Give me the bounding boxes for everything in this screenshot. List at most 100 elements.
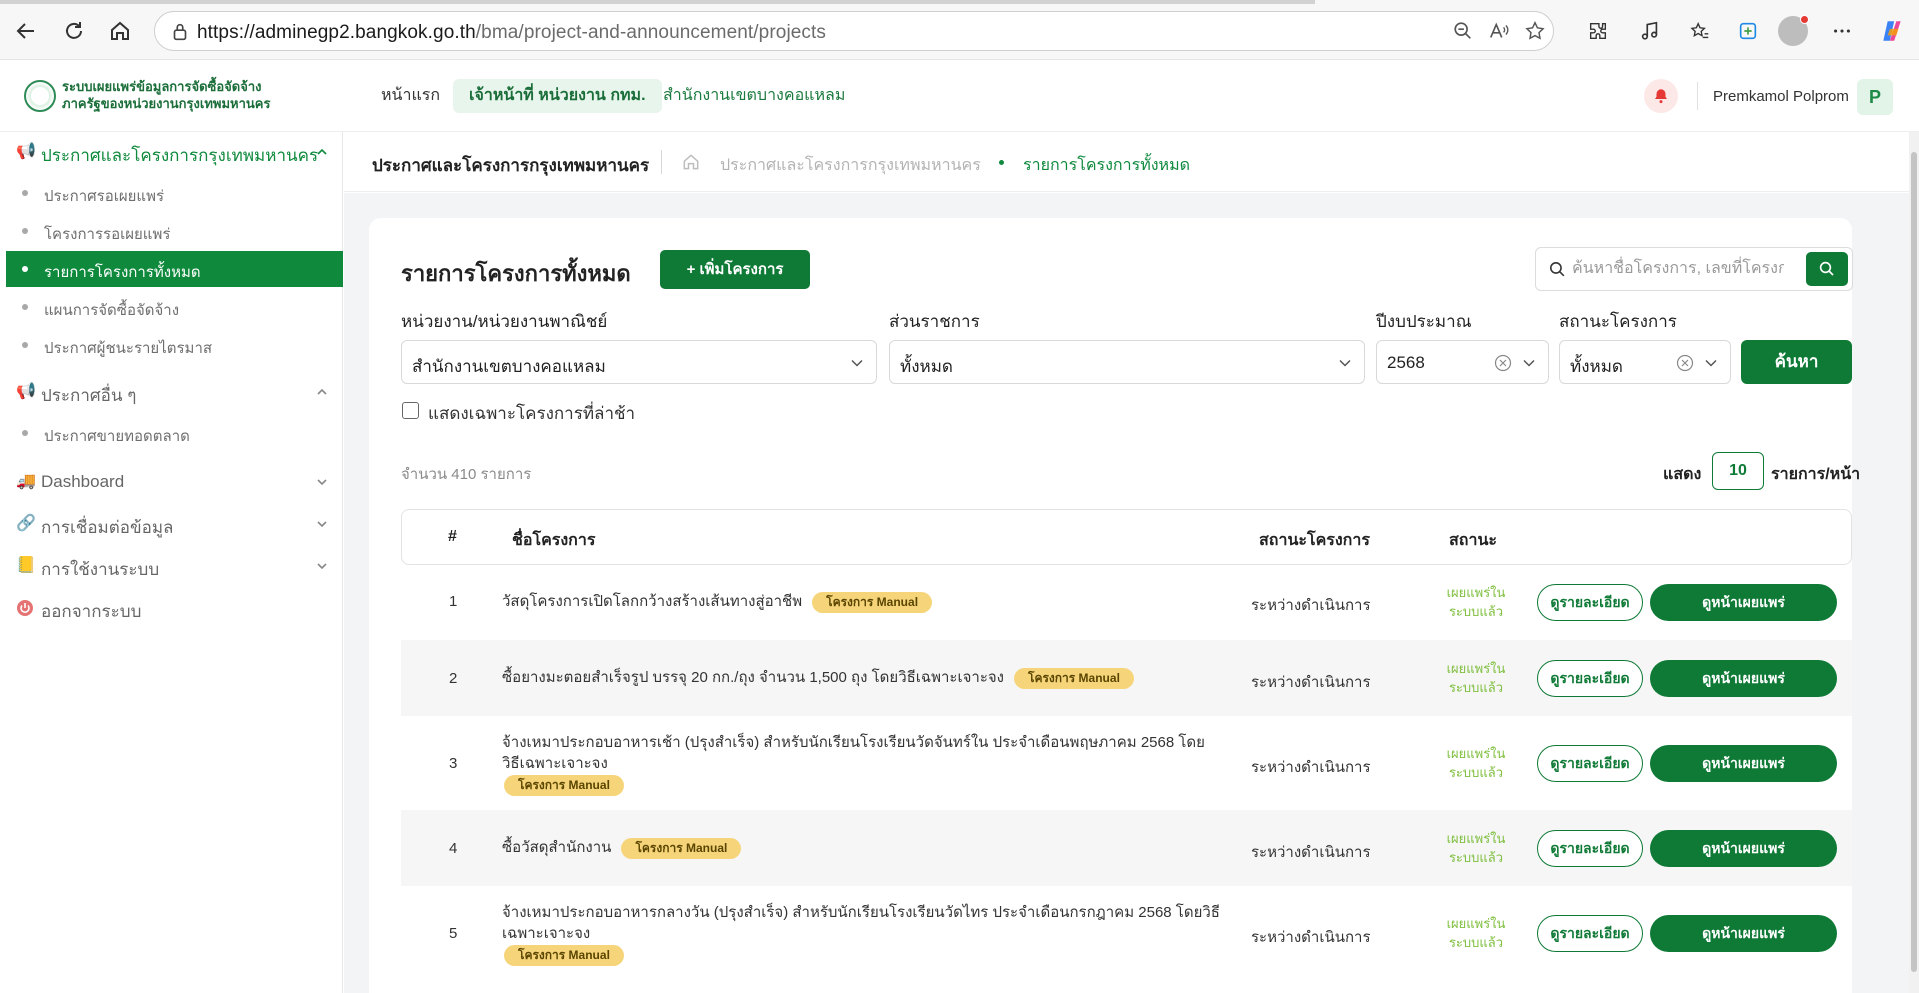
table-row: 2 ซื้อยางมะตอยสำเร็จรูป บรรจุ 20 กก./ถุง…	[401, 640, 1852, 716]
copilot-icon[interactable]	[1874, 13, 1910, 49]
status-filter-label: สถานะโครงการ	[1559, 312, 1677, 331]
user-avatar[interactable]: P	[1857, 79, 1893, 115]
breadcrumb-level-1[interactable]: ประกาศและโครงการกรุงเทพมหานคร	[720, 153, 981, 178]
sidebar-section-dashboard[interactable]: 🚚 Dashboard	[0, 464, 343, 500]
page-size-select[interactable]: 10	[1712, 452, 1764, 490]
sidebar-item-pending-announcements[interactable]: ประกาศรอเผยแพร่	[6, 175, 343, 211]
media-control-icon[interactable]	[1632, 13, 1668, 49]
profile-avatar[interactable]	[1778, 15, 1809, 46]
read-aloud-icon[interactable]	[1487, 20, 1511, 44]
breadcrumb-home-icon[interactable]	[681, 152, 701, 172]
browser-toolbar: https://adminegp2.bangkok.go.th/bma/proj…	[0, 0, 1919, 60]
sidebar-item-quarterly-winners[interactable]: ประกาศผู้ชนะรายไตรมาส	[6, 327, 343, 363]
breadcrumb-level-2: รายการโครงการทั้งหมด	[1023, 157, 1191, 174]
table-header: # ชื่อโครงการ สถานะโครงการ สถานะ	[401, 509, 1852, 565]
search-button[interactable]	[1806, 252, 1848, 286]
sidebar-section-announcements[interactable]: 📢 ประกาศและโครงการกรุงเทพมหานคร	[0, 134, 343, 170]
late-only-label[interactable]: แสดงเฉพาะโครงการที่ล่าช้า	[428, 400, 635, 427]
add-project-button[interactable]: + เพิ่มโครงการ	[660, 250, 810, 289]
browser-essentials-icon[interactable]	[1730, 13, 1766, 49]
scrollbar-thumb[interactable]	[1911, 152, 1917, 972]
home-icon[interactable]	[102, 13, 138, 49]
manual-badge: โครงการ Manual	[812, 591, 933, 613]
view-published-page-button[interactable]: ดูหน้าเผยแพร่	[1650, 915, 1837, 952]
reload-icon[interactable]	[56, 13, 92, 49]
publish-status: เผยแพร่ในระบบแล้ว	[1446, 916, 1506, 950]
division-select-value: ทั้งหมด	[900, 357, 953, 376]
header-divider	[1697, 82, 1698, 110]
bma-seal-logo-icon[interactable]	[24, 80, 56, 112]
project-name-text: วัสดุโครงการเปิดโลกกว้างสร้างเส้นทางสู่อ…	[502, 593, 803, 610]
sidebar-item-label: ประกาศรอเผยแพร่	[44, 188, 165, 205]
project-status: ระหว่างดำเนินการ	[1251, 759, 1371, 776]
bullet-icon	[22, 266, 28, 272]
sidebar-section-other-announcements[interactable]: 📢 ประกาศอื่น ๆ	[0, 374, 343, 410]
sidebar-item-auction[interactable]: ประกาศขายทอดตลาด	[6, 415, 343, 451]
status-select[interactable]: ทั้งหมด	[1559, 340, 1731, 384]
find-button[interactable]: ค้นหา	[1741, 340, 1852, 384]
url-text[interactable]: https://adminegp2.bangkok.go.th/bma/proj…	[197, 22, 826, 44]
sidebar-section-label: ประกาศอื่น ๆ	[41, 386, 137, 405]
page-scrollbar[interactable]	[1909, 132, 1919, 993]
logo-line-2: ภาครัฐของหน่วยงานกรุงเทพมหานคร	[62, 96, 271, 111]
division-select[interactable]: ทั้งหมด	[889, 340, 1365, 384]
bullet-icon	[22, 342, 28, 348]
manual-badge: โครงการ Manual	[1014, 667, 1134, 689]
view-detail-button[interactable]: ดูรายละเอียด	[1537, 915, 1643, 952]
view-detail-button[interactable]: ดูรายละเอียด	[1537, 584, 1643, 621]
year-select[interactable]: 2568	[1376, 340, 1549, 384]
clear-circle-icon[interactable]	[1494, 354, 1512, 372]
back-icon[interactable]	[8, 13, 44, 49]
sidebar-section-label: ประกาศและโครงการกรุงเทพมหานคร	[41, 146, 319, 165]
extensions-icon[interactable]	[1580, 13, 1616, 49]
view-published-page-button[interactable]: ดูหน้าเผยแพร่	[1650, 660, 1837, 697]
app-logo-text[interactable]: ระบบเผยแพร่ข้อมูลการจัดซื้อจัดจ้าง ภาครั…	[62, 78, 270, 112]
more-options-icon[interactable]	[1824, 13, 1860, 49]
sidebar-item-procurement-plan[interactable]: แผนการจัดซื้อจัดจ้าง	[6, 289, 343, 325]
lock-icon[interactable]	[169, 21, 191, 43]
sidebar-item-all-projects[interactable]: รายการโครงการทั้งหมด	[6, 251, 343, 287]
search-icon	[1819, 261, 1834, 276]
favorites-bar-icon[interactable]	[1682, 13, 1718, 49]
nav-role[interactable]: เจ้าหน้าที่ หน่วยงาน กทม.	[453, 79, 662, 113]
view-detail-button[interactable]: ดูรายละเอียด	[1537, 830, 1643, 867]
search-box	[1535, 247, 1853, 291]
sidebar-item-pending-projects[interactable]: โครงการรอเผยแพร่	[6, 213, 343, 249]
view-detail-button[interactable]: ดูรายละเอียด	[1537, 660, 1643, 697]
publish-status: เผยแพร่ในระบบแล้ว	[1446, 831, 1506, 865]
row-number: 3	[449, 755, 458, 772]
breadcrumb-dot	[999, 160, 1004, 165]
chevron-up-icon	[317, 148, 327, 155]
sidebar-section-label: Dashboard	[41, 472, 125, 491]
publish-status: เผยแพร่ในระบบแล้ว	[1446, 746, 1506, 780]
sidebar-section-data-connection[interactable]: 🔗 การเชื่อมต่อข้อมูล	[0, 506, 343, 542]
view-detail-button[interactable]: ดูรายละเอียด	[1537, 745, 1643, 782]
sidebar-item-label: แผนการจัดซื้อจัดจ้าง	[44, 302, 180, 319]
search-icon	[1549, 261, 1565, 277]
breadcrumb-divider	[661, 150, 662, 174]
agency-select-value: สำนักงานเขตบางคอแหลม	[412, 357, 606, 376]
user-name[interactable]: Premkamol Polprom	[1713, 88, 1849, 105]
favorite-star-icon[interactable]	[1523, 20, 1547, 44]
zoom-out-icon[interactable]	[1451, 20, 1475, 44]
view-published-page-button[interactable]: ดูหน้าเผยแพร่	[1650, 745, 1837, 782]
sidebar-item-label: ประกาศขายทอดตลาด	[44, 428, 190, 445]
sidebar-logout[interactable]: ออกจากระบบ	[0, 590, 343, 626]
project-status: ระหว่างดำเนินการ	[1251, 929, 1371, 946]
chevron-down-icon	[851, 359, 863, 367]
clear-circle-icon[interactable]	[1676, 354, 1694, 372]
project-name: ซื้อยางมะตอยสำเร็จรูป บรรจุ 20 กก./ถุง จ…	[502, 667, 1222, 689]
nav-organization[interactable]: สำนักงานเขตบางคอแหลม	[663, 79, 845, 113]
address-bar[interactable]: https://adminegp2.bangkok.go.th/bma/proj…	[154, 11, 1554, 51]
sidebar-section-label: ออกจากระบบ	[41, 602, 142, 621]
sidebar-section-system-usage[interactable]: 📒 การใช้งานระบบ	[0, 548, 343, 584]
late-only-checkbox[interactable]	[402, 402, 419, 419]
agency-select[interactable]: สำนักงานเขตบางคอแหลม	[401, 340, 877, 384]
sidebar: 📢 ประกาศและโครงการกรุงเทพมหานคร ประกาศรอ…	[0, 132, 343, 993]
view-published-page-button[interactable]: ดูหน้าเผยแพร่	[1650, 584, 1837, 621]
notification-bell-icon[interactable]	[1644, 79, 1678, 113]
view-published-page-button[interactable]: ดูหน้าเผยแพร่	[1650, 830, 1837, 867]
manual-badge: โครงการ Manual	[504, 774, 624, 796]
search-input[interactable]	[1572, 256, 1784, 282]
nav-home[interactable]: หน้าแรก	[381, 79, 440, 113]
